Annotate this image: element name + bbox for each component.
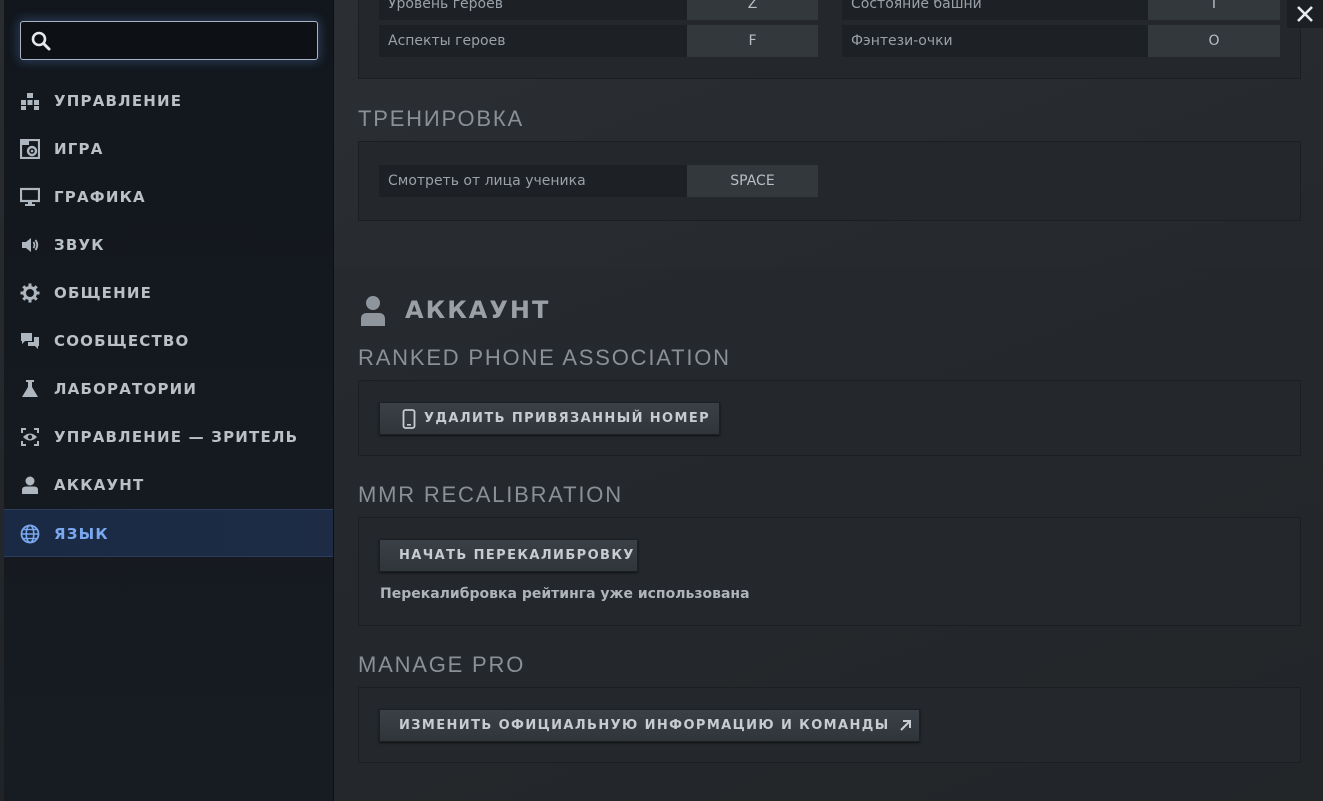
keybinds-panel: Уровень героев Z Состояние башни I Аспек…: [358, 0, 1301, 79]
sidebar-item-sound[interactable]: ЗВУК: [4, 221, 333, 269]
sidebar-item-language[interactable]: ЯЗЫК: [4, 509, 333, 557]
sidebar-item-label: ЗВУК: [54, 236, 105, 254]
user-icon: [20, 475, 40, 495]
search-icon: [31, 31, 51, 51]
sidebar-item-spectator-controls[interactable]: УПРАВЛЕНИЕ — ЗРИТЕЛЬ: [4, 413, 333, 461]
start-recalibration-button-label: НАЧАТЬ ПЕРЕКАЛИБРОВКУ: [399, 548, 635, 563]
sidebar-item-label: УПРАВЛЕНИЕ — ЗРИТЕЛЬ: [54, 428, 299, 446]
globe-icon: [20, 524, 40, 544]
section-heading-training: ТРЕНИРОВКА: [358, 106, 524, 131]
sidebar-item-game[interactable]: ИГРА: [4, 125, 333, 173]
sidebar-item-label: СООБЩЕСТВО: [54, 332, 190, 350]
search-box[interactable]: [20, 21, 318, 60]
mmr-panel: НАЧАТЬ ПЕРЕКАЛИБРОВКУ Перекалибровка рей…: [358, 517, 1301, 626]
sidebar-item-labs[interactable]: ЛАБОРАТОРИИ: [4, 365, 333, 413]
chat-bubbles-icon: [20, 331, 40, 351]
controls-grid-icon: [20, 91, 40, 111]
sidebar-item-label: ЛАБОРАТОРИИ: [54, 380, 198, 398]
remove-phone-button[interactable]: УДАЛИТЬ ПРИВЯЗАННЫЙ НОМЕР: [379, 402, 720, 435]
search-input[interactable]: [61, 22, 315, 60]
account-user-icon: [361, 296, 385, 326]
start-recalibration-button[interactable]: НАЧАТЬ ПЕРЕКАЛИБРОВКУ: [379, 539, 638, 572]
edit-pro-info-button[interactable]: ИЗМЕНИТЬ ОФИЦИАЛЬНУЮ ИНФОРМАЦИЮ И КОМАНД…: [379, 709, 920, 742]
sidebar-item-label: АККАУНТ: [54, 476, 145, 494]
remove-phone-button-label: УДАЛИТЬ ПРИВЯЗАННЫЙ НОМЕР: [424, 411, 711, 426]
keybind-key[interactable]: O: [1148, 25, 1280, 57]
flask-icon: [20, 379, 40, 399]
gear-icon: [20, 283, 40, 303]
keybind-key-space[interactable]: SPACE: [687, 165, 818, 197]
sidebar-item-label: УПРАВЛЕНИЕ: [54, 92, 183, 110]
keybind-label: Аспекты героев: [379, 25, 687, 57]
sidebar-item-community[interactable]: СООБЩЕСТВО: [4, 317, 333, 365]
edit-pro-info-button-label: ИЗМЕНИТЬ ОФИЦИАЛЬНУЮ ИНФОРМАЦИЮ И КОМАНД…: [399, 718, 890, 733]
section-heading-manage-pro: MANAGE PRO: [358, 652, 526, 677]
sidebar-item-label: ОБЩЕНИЕ: [54, 284, 153, 302]
eye-icon: [20, 427, 40, 447]
keybind-key[interactable]: Z: [687, 0, 818, 20]
keybind-key[interactable]: F: [687, 25, 818, 57]
game-gear-icon: [20, 139, 40, 159]
keybind-label: Смотреть от лица ученика: [379, 165, 687, 197]
phone-icon: [402, 408, 416, 429]
monitor-icon: [20, 187, 40, 207]
keybind-key[interactable]: I: [1148, 0, 1280, 20]
speaker-icon: [20, 235, 40, 255]
sidebar-item-label: ГРАФИКА: [54, 188, 146, 206]
close-button[interactable]: [1287, 0, 1323, 28]
manage-pro-panel: ИЗМЕНИТЬ ОФИЦИАЛЬНУЮ ИНФОРМАЦИЮ И КОМАНД…: [358, 687, 1301, 763]
keybind-label: Уровень героев: [379, 0, 687, 20]
sidebar-item-controls[interactable]: УПРАВЛЕНИЕ: [4, 77, 333, 125]
ranked-phone-panel: УДАЛИТЬ ПРИВЯЗАННЫЙ НОМЕР: [358, 380, 1301, 456]
training-panel: Смотреть от лица ученика SPACE: [358, 141, 1301, 221]
keybind-label: Состояние башни: [842, 0, 1148, 20]
keybind-label: Фэнтези-очки: [842, 25, 1148, 57]
settings-sidebar: УПРАВЛЕНИЕ ИГРА ГРАФИКА ЗВУК ОБЩЕНИЕ СОО…: [4, 0, 334, 801]
section-heading-mmr: MMR RECALIBRATION: [358, 482, 623, 507]
sidebar-item-label: ИГРА: [54, 140, 104, 158]
external-link-arrow-icon: [899, 720, 911, 731]
close-icon: [1297, 6, 1313, 22]
sidebar-item-label: ЯЗЫК: [54, 525, 109, 543]
sidebar-item-account[interactable]: АККАУНТ: [4, 461, 333, 509]
sidebar-item-social[interactable]: ОБЩЕНИЕ: [4, 269, 333, 317]
settings-content: Уровень героев Z Состояние башни I Аспек…: [334, 0, 1323, 801]
account-title: АККАУНТ: [405, 296, 551, 324]
recalibration-status-text: Перекалибровка рейтинга уже использована: [380, 586, 750, 602]
settings-window: УПРАВЛЕНИЕ ИГРА ГРАФИКА ЗВУК ОБЩЕНИЕ СОО…: [0, 0, 1323, 801]
sidebar-item-graphics[interactable]: ГРАФИКА: [4, 173, 333, 221]
section-heading-ranked-phone: RANKED PHONE ASSOCIATION: [358, 345, 731, 370]
sidebar-nav: УПРАВЛЕНИЕ ИГРА ГРАФИКА ЗВУК ОБЩЕНИЕ СОО…: [4, 77, 333, 557]
